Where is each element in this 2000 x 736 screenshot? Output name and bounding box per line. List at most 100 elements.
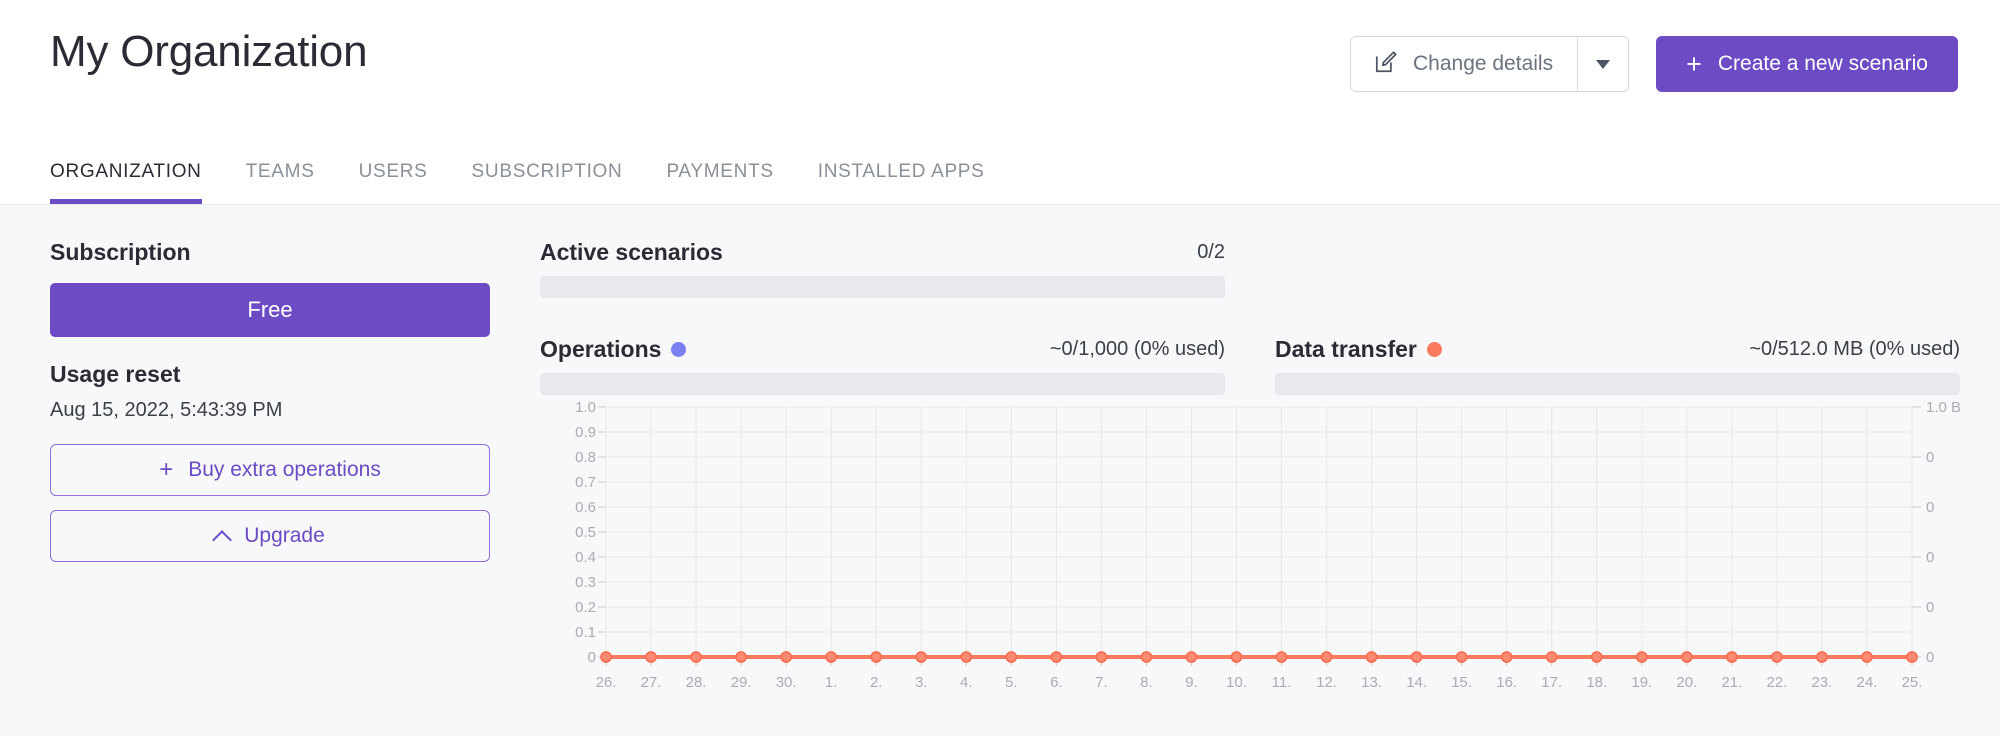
chart-data-point <box>916 652 926 662</box>
page-header: My Organization Change details + Create … <box>0 0 2000 205</box>
chart-data-point <box>1096 652 1106 662</box>
operations-title: Operations <box>540 336 686 363</box>
chart-data-point <box>1817 652 1827 662</box>
chart-x-tick: 14. <box>1406 674 1427 691</box>
upgrade-button[interactable]: Upgrade <box>50 510 490 562</box>
chart-x-tick: 24. <box>1857 674 1878 691</box>
create-new-scenario-button[interactable]: + Create a new scenario <box>1656 36 1958 92</box>
chart-data-point <box>781 652 791 662</box>
buy-extra-operations-button[interactable]: + Buy extra operations <box>50 444 490 496</box>
chevron-down-icon <box>1596 60 1610 69</box>
active-scenarios-value: 0/2 <box>1197 241 1225 264</box>
chart-x-tick: 16. <box>1496 674 1517 691</box>
header-actions: Change details + Create a new scenario <box>1350 36 1958 92</box>
plan-badge[interactable]: Free <box>50 283 490 337</box>
metric-row-usage: Operations ~0/1,000 (0% used) Data trans… <box>540 336 1960 395</box>
data-transfer-title: Data transfer <box>1275 336 1442 363</box>
chart-x-tick: 17. <box>1541 674 1562 691</box>
chart-y-left-tick: 0.2 <box>575 599 596 616</box>
chart-data-point <box>1862 652 1872 662</box>
buy-extra-operations-label: Buy extra operations <box>188 458 381 482</box>
plus-icon: + <box>1686 51 1702 78</box>
chart-x-tick: 7. <box>1095 674 1108 691</box>
chart-x-tick: 11. <box>1272 674 1292 691</box>
chart-y-left-tick: 0.3 <box>575 574 596 591</box>
tab-organization[interactable]: ORGANIZATION <box>50 161 202 204</box>
usage-chart-svg: 1.00.90.80.70.60.50.40.30.20.101.0 B0000… <box>540 393 1972 703</box>
operations-legend-dot-icon <box>671 342 686 357</box>
chart-y-left-tick: 0.1 <box>575 624 596 641</box>
chart-data-point <box>826 652 836 662</box>
chart-y-right-tick: 1.0 B <box>1926 399 1961 416</box>
change-details-split-button[interactable]: Change details <box>1350 36 1629 92</box>
chart-y-left-tick: 0.5 <box>575 524 596 541</box>
chart-x-tick: 12. <box>1316 674 1337 691</box>
change-details-button[interactable]: Change details <box>1351 37 1577 91</box>
chart-data-point <box>1412 652 1422 662</box>
operations-value: ~0/1,000 (0% used) <box>1050 338 1225 361</box>
chart-y-left-tick: 0.9 <box>575 424 596 441</box>
chart-x-tick: 8. <box>1140 674 1153 691</box>
chart-y-left-tick: 0.7 <box>575 474 596 491</box>
metric-spacer <box>1275 239 1960 298</box>
chart-x-tick: 15. <box>1451 674 1472 691</box>
chart-x-tick: 3. <box>915 674 928 691</box>
chart-data-point <box>1141 652 1151 662</box>
page-title: My Organization <box>50 27 367 77</box>
tab-bar: ORGANIZATION TEAMS USERS SUBSCRIPTION PA… <box>50 161 1029 204</box>
chart-x-tick: 2. <box>870 674 883 691</box>
active-scenarios-title: Active scenarios <box>540 239 723 266</box>
chart-x-tick: 25. <box>1902 674 1923 691</box>
chart-data-point <box>736 652 746 662</box>
tab-users[interactable]: USERS <box>359 161 428 204</box>
tab-payments[interactable]: PAYMENTS <box>666 161 773 204</box>
subscription-heading: Subscription <box>50 239 490 266</box>
chart-x-tick: 28. <box>686 674 707 691</box>
chart-y-right-tick: 0 <box>1926 449 1934 466</box>
chart-data-point <box>691 652 701 662</box>
metric-row-gap <box>540 298 1960 336</box>
data-transfer-value: ~0/512.0 MB (0% used) <box>1749 338 1960 361</box>
usage-metrics: Active scenarios 0/2 Operations ~0/1,000… <box>540 239 1960 395</box>
chart-data-point <box>871 652 881 662</box>
chart-x-tick: 27. <box>641 674 662 691</box>
chart-x-tick: 20. <box>1676 674 1697 691</box>
chart-data-point <box>961 652 971 662</box>
chart-data-point <box>1727 652 1737 662</box>
change-details-label: Change details <box>1413 52 1553 76</box>
chart-data-point <box>1592 652 1602 662</box>
chart-x-tick: 30. <box>776 674 797 691</box>
chart-data-point <box>1367 652 1377 662</box>
chart-data-point <box>1186 652 1196 662</box>
chart-data-point <box>1322 652 1332 662</box>
tab-subscription[interactable]: SUBSCRIPTION <box>472 161 623 204</box>
chart-x-tick: 22. <box>1766 674 1787 691</box>
chart-y-right-tick: 0 <box>1926 549 1934 566</box>
chart-data-point <box>601 652 611 662</box>
chart-x-tick: 18. <box>1586 674 1607 691</box>
chart-x-tick: 6. <box>1050 674 1063 691</box>
create-new-scenario-label: Create a new scenario <box>1718 52 1928 76</box>
chart-x-tick: 9. <box>1185 674 1198 691</box>
data-transfer-legend-dot-icon <box>1427 342 1442 357</box>
chart-x-tick: 19. <box>1631 674 1652 691</box>
tab-teams[interactable]: TEAMS <box>246 161 315 204</box>
chart-x-tick: 23. <box>1812 674 1833 691</box>
chart-x-tick: 5. <box>1005 674 1018 691</box>
chart-y-right-tick: 0 <box>1926 599 1934 616</box>
usage-chart: 1.00.90.80.70.60.50.40.30.20.101.0 B0000… <box>540 393 1972 703</box>
chart-data-point <box>1682 652 1692 662</box>
chart-x-tick: 29. <box>731 674 752 691</box>
operations-progress-bar <box>540 373 1225 395</box>
chart-data-point <box>1006 652 1016 662</box>
operations-metric: Operations ~0/1,000 (0% used) <box>540 336 1225 395</box>
chart-x-tick: 1. <box>825 674 838 691</box>
usage-reset-heading: Usage reset <box>50 361 490 388</box>
chart-data-point <box>1457 652 1467 662</box>
tab-installed-apps[interactable]: INSTALLED APPS <box>818 161 985 204</box>
operations-title-text: Operations <box>540 336 661 363</box>
page-body: Subscription Free Usage reset Aug 15, 20… <box>0 205 2000 736</box>
change-details-dropdown-toggle[interactable] <box>1577 37 1628 91</box>
chart-x-tick: 21. <box>1721 674 1742 691</box>
metric-row-scenarios: Active scenarios 0/2 <box>540 239 1960 298</box>
